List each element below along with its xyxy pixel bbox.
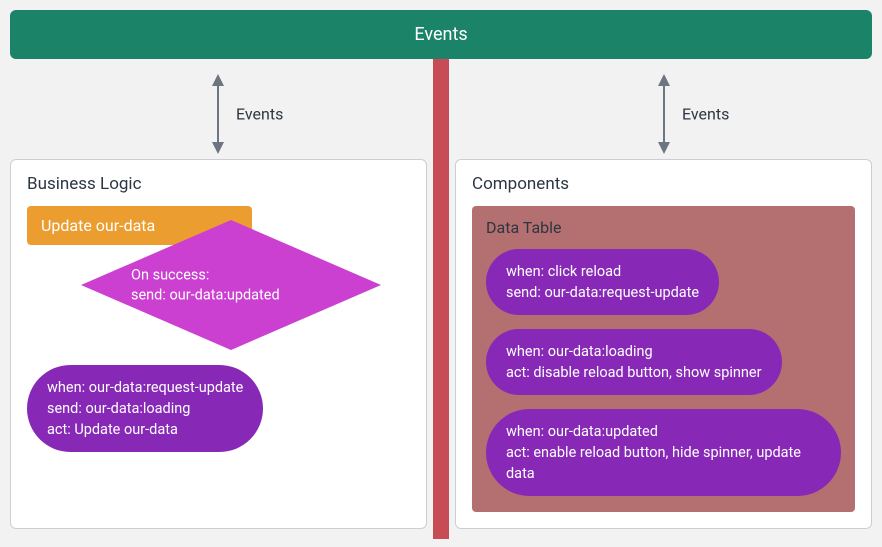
diamond-line1: On success:	[131, 265, 331, 285]
dt-handler-1: when: click reload send: our-data:reques…	[486, 249, 719, 315]
arrow-right-label: Events	[682, 105, 729, 124]
dt-handler-3: when: our-data:updated act: enable reloa…	[486, 409, 841, 496]
diamond-line2: send: our-data:updated	[131, 285, 331, 305]
bh-line2: send: our-data:loading	[47, 398, 243, 419]
components-title: Components	[472, 174, 855, 194]
data-table-title: Data Table	[486, 218, 841, 237]
dt2-line2: act: disable reload button, show spinner	[506, 362, 762, 383]
bh-line3: act: Update our-data	[47, 419, 243, 440]
dt1-line1: when: click reload	[506, 261, 699, 282]
business-handler-pill: when: our-data:request-update send: our-…	[27, 365, 263, 452]
panels-row: Business Logic Update our-data On succes…	[10, 159, 872, 529]
dt3-line2: act: enable reload button, hide spinner,…	[506, 442, 821, 484]
business-logic-panel: Business Logic Update our-data On succes…	[10, 159, 427, 529]
diamond-text: On success: send: our-data:updated	[131, 265, 331, 304]
vertical-divider	[433, 59, 449, 539]
bh-line1: when: our-data:request-update	[47, 377, 243, 398]
arrow-left-label: Events	[236, 105, 283, 124]
dt-handler-2: when: our-data:loading act: disable relo…	[486, 329, 782, 395]
arrow-right-cell: Events	[456, 69, 872, 159]
success-diamond: On success: send: our-data:updated	[81, 220, 381, 350]
dt2-line1: when: our-data:loading	[506, 341, 762, 362]
double-arrow-icon	[209, 74, 227, 154]
arrow-left-cell: Events	[10, 69, 426, 159]
double-arrow-icon	[655, 74, 673, 154]
business-logic-title: Business Logic	[27, 174, 410, 194]
dt3-line1: when: our-data:updated	[506, 421, 821, 442]
dt1-line2: send: our-data:request-update	[506, 282, 699, 303]
components-panel: Components Data Table when: click reload…	[455, 159, 872, 529]
events-header-bar: Events	[10, 10, 872, 59]
events-header-title: Events	[414, 24, 467, 45]
data-table-box: Data Table when: click reload send: our-…	[472, 206, 855, 512]
